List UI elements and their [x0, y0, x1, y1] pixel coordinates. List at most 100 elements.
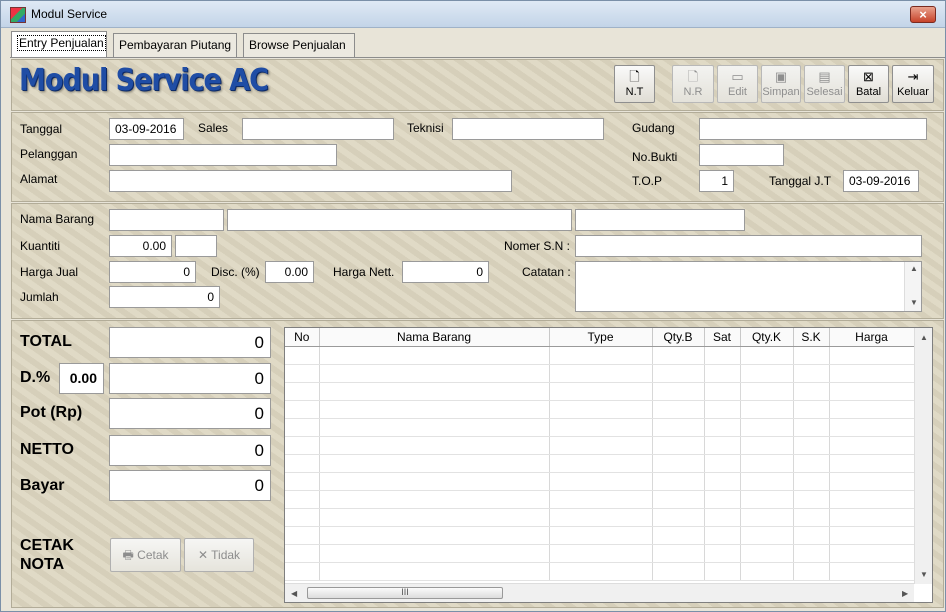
table-cell[interactable]: [704, 436, 741, 455]
scroll-right-arrow-icon[interactable]: ▶: [902, 589, 908, 598]
table-cell[interactable]: [829, 562, 915, 581]
table-cell[interactable]: [652, 490, 705, 509]
table-cell[interactable]: [829, 454, 915, 473]
table-cell[interactable]: [793, 508, 830, 527]
edit-button[interactable]: ▭ Edit: [717, 65, 758, 103]
teknisi-field[interactable]: [452, 118, 604, 140]
table-cell[interactable]: [652, 400, 705, 419]
table-cell[interactable]: [319, 382, 550, 401]
table-cell[interactable]: [652, 346, 705, 365]
table-cell[interactable]: [704, 544, 741, 563]
table-cell[interactable]: [704, 400, 741, 419]
table-cell[interactable]: [285, 490, 320, 509]
table-cell[interactable]: [829, 382, 915, 401]
table-row[interactable]: [285, 400, 915, 419]
table-cell[interactable]: [549, 526, 653, 545]
table-cell[interactable]: [319, 544, 550, 563]
table-cell[interactable]: [319, 562, 550, 581]
table-cell[interactable]: [793, 526, 830, 545]
table-cell[interactable]: [652, 436, 705, 455]
table-cell[interactable]: [652, 526, 705, 545]
table-cell[interactable]: [319, 346, 550, 365]
table-cell[interactable]: [319, 364, 550, 383]
table-cell[interactable]: [549, 382, 653, 401]
scroll-left-arrow-icon[interactable]: ◀: [291, 589, 297, 598]
table-cell[interactable]: [793, 454, 830, 473]
table-cell[interactable]: [740, 544, 794, 563]
scroll-down-arrow-icon[interactable]: ▼: [920, 570, 928, 579]
scroll-up-arrow-icon[interactable]: ▲: [920, 333, 928, 342]
sales-field[interactable]: [242, 118, 394, 140]
table-cell[interactable]: [740, 436, 794, 455]
nobukti-field[interactable]: [699, 144, 784, 166]
table-row[interactable]: [285, 544, 915, 563]
table-cell[interactable]: [829, 436, 915, 455]
new-record-button[interactable]: 🗋 N.R: [672, 65, 714, 103]
table-cell[interactable]: [740, 508, 794, 527]
table-cell[interactable]: [740, 418, 794, 437]
table-cell[interactable]: [704, 526, 741, 545]
table-cell[interactable]: [319, 508, 550, 527]
table-cell[interactable]: [829, 490, 915, 509]
table-cell[interactable]: [829, 544, 915, 563]
table-row[interactable]: [285, 526, 915, 545]
scroll-down-arrow-icon[interactable]: ▼: [910, 298, 918, 307]
table-cell[interactable]: [319, 526, 550, 545]
table-cell[interactable]: [285, 436, 320, 455]
table-cell[interactable]: [285, 544, 320, 563]
harga-jual-field[interactable]: 0: [109, 261, 196, 283]
table-cell[interactable]: [549, 346, 653, 365]
table-cell[interactable]: [285, 346, 320, 365]
table-cell[interactable]: [285, 382, 320, 401]
table-cell[interactable]: [549, 454, 653, 473]
disc-field[interactable]: 0.00: [265, 261, 314, 283]
selesai-button[interactable]: ▤ Selesai: [804, 65, 845, 103]
table-cell[interactable]: [319, 472, 550, 491]
tab-browse-penjualan[interactable]: Browse Penjualan: [243, 33, 355, 57]
table-cell[interactable]: [740, 472, 794, 491]
table-cell[interactable]: [704, 472, 741, 491]
table-cell[interactable]: [793, 436, 830, 455]
tanggal-jt-field[interactable]: 03-09-2016: [843, 170, 919, 192]
table-cell[interactable]: [793, 562, 830, 581]
jumlah-field[interactable]: 0: [109, 286, 220, 308]
table-cell[interactable]: [549, 544, 653, 563]
table-cell[interactable]: [285, 472, 320, 491]
catatan-scrollbar[interactable]: ▲ ▼: [904, 262, 921, 311]
kuantiti-field[interactable]: 0.00: [109, 235, 172, 257]
table-cell[interactable]: [829, 472, 915, 491]
cetak-button[interactable]: 🖶 Cetak: [110, 538, 181, 572]
table-cell[interactable]: [793, 472, 830, 491]
table-cell[interactable]: [740, 400, 794, 419]
table-row[interactable]: [285, 562, 915, 581]
column-header[interactable]: Type: [549, 328, 653, 347]
table-cell[interactable]: [740, 526, 794, 545]
table-cell[interactable]: [319, 400, 550, 419]
table-row[interactable]: [285, 364, 915, 383]
table-cell[interactable]: [829, 346, 915, 365]
table-cell[interactable]: [829, 508, 915, 527]
table-row[interactable]: [285, 454, 915, 473]
nama-barang-field[interactable]: [227, 209, 572, 231]
table-cell[interactable]: [793, 364, 830, 383]
table-cell[interactable]: [704, 364, 741, 383]
table-cell[interactable]: [740, 364, 794, 383]
table-cell[interactable]: [793, 544, 830, 563]
table-cell[interactable]: [549, 400, 653, 419]
table-row[interactable]: [285, 346, 915, 365]
table-cell[interactable]: [652, 544, 705, 563]
table-cell[interactable]: [285, 454, 320, 473]
table-cell[interactable]: [793, 400, 830, 419]
table-cell[interactable]: [704, 382, 741, 401]
table-row[interactable]: [285, 472, 915, 491]
type-barang-field[interactable]: [575, 209, 745, 231]
table-row[interactable]: [285, 436, 915, 455]
horizontal-scrollbar[interactable]: ◀ III ▶: [285, 583, 914, 602]
potongan-field[interactable]: 0: [109, 398, 271, 429]
top-field[interactable]: 1: [699, 170, 734, 192]
table-cell[interactable]: [829, 418, 915, 437]
table-cell[interactable]: [704, 490, 741, 509]
satuan-field[interactable]: [175, 235, 217, 257]
table-cell[interactable]: [740, 346, 794, 365]
table-cell[interactable]: [704, 562, 741, 581]
